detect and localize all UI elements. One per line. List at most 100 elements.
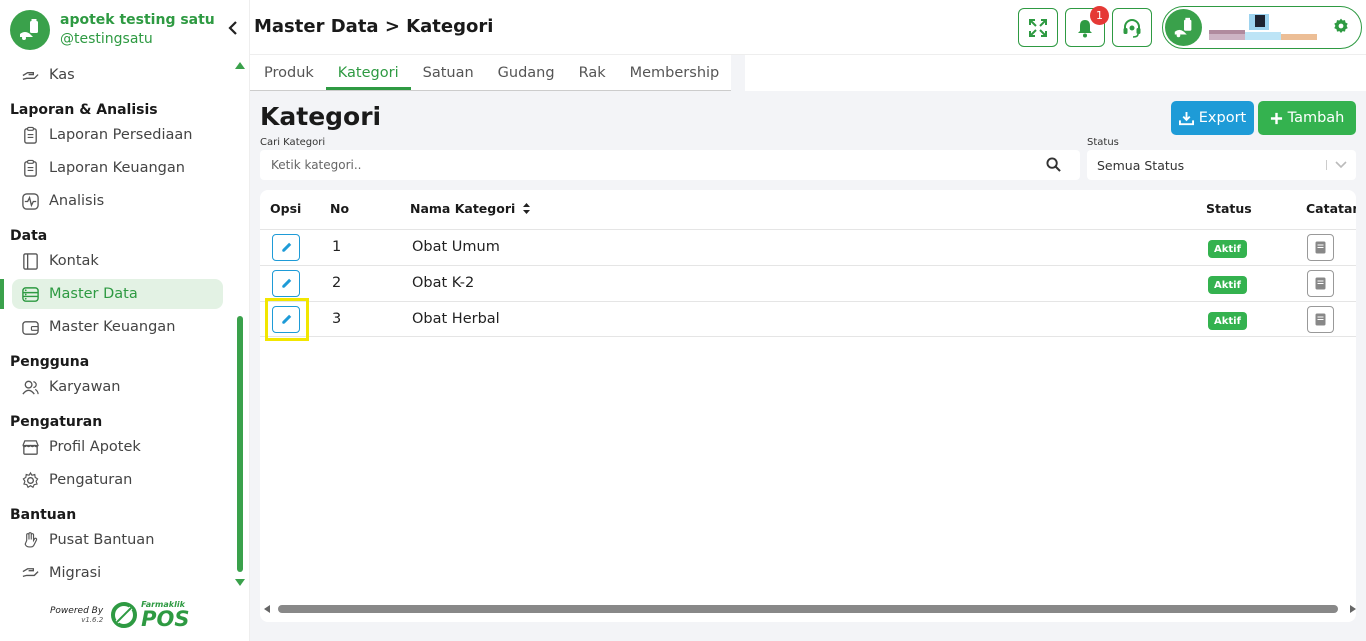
sidebar-item-label: Karyawan xyxy=(49,379,121,395)
column-header-note: Catatan xyxy=(1306,201,1356,216)
status-select[interactable]: Semua Status xyxy=(1087,150,1356,180)
tab-bar: Produk Kategori Satuan Gudang Rak Member… xyxy=(250,55,732,91)
avatar xyxy=(1165,9,1202,46)
powered-by-label: Powered By xyxy=(50,606,104,616)
pencil-icon xyxy=(281,242,291,253)
fullscreen-button[interactable] xyxy=(1018,8,1058,47)
chevron-down-icon xyxy=(1335,161,1347,169)
row-no: 3 xyxy=(332,311,342,327)
note-button[interactable] xyxy=(1307,306,1334,333)
note-icon xyxy=(1315,277,1326,290)
sidebar-item-kas[interactable]: Kas xyxy=(12,60,223,90)
sidebar-item-analisis[interactable]: Analisis xyxy=(12,186,223,216)
category-table: Opsi No Nama Kategori Status Catatan 1 O… xyxy=(260,190,1356,622)
farmaklik-logo-icon xyxy=(111,602,138,628)
row-category-name: Obat K-2 xyxy=(412,275,475,291)
add-label: Tambah xyxy=(1287,110,1345,126)
sidebar-item-karyawan[interactable]: Karyawan xyxy=(12,372,223,402)
table-row: 1 Obat Umum Aktif xyxy=(260,229,1356,265)
note-button[interactable] xyxy=(1307,270,1334,297)
sidebar-scrollbar[interactable] xyxy=(235,62,245,586)
sidebar-item-label: Pengaturan xyxy=(49,472,133,488)
tab-membership[interactable]: Membership xyxy=(618,55,732,90)
sidebar-item-label: Master Data xyxy=(49,286,138,302)
edit-button-highlight xyxy=(265,298,309,341)
sidebar-scroll-thumb[interactable] xyxy=(237,316,243,572)
sidebar-item-label: Pusat Bantuan xyxy=(49,532,155,548)
sidebar-item-label: Migrasi xyxy=(49,565,102,581)
scroll-left-arrow-icon[interactable] xyxy=(264,605,270,613)
sidebar-item-profil-apotek[interactable]: Profil Apotek xyxy=(12,432,223,462)
tab-produk[interactable]: Produk xyxy=(252,55,326,90)
search-icon[interactable] xyxy=(1046,157,1061,172)
users-icon xyxy=(22,380,39,395)
contact-book-icon xyxy=(23,252,38,270)
section-title-pengaturan: Pengaturan xyxy=(10,414,103,430)
search-input[interactable] xyxy=(260,150,1040,180)
note-button[interactable] xyxy=(1307,234,1334,261)
sidebar-item-master-data[interactable]: Master Data xyxy=(12,279,223,309)
column-header-name[interactable]: Nama Kategori xyxy=(410,201,531,216)
table-row: 2 Obat K-2 Aktif xyxy=(260,265,1356,301)
notification-button[interactable]: 1 xyxy=(1065,6,1109,47)
active-indicator xyxy=(0,279,4,309)
pos-label: POS xyxy=(141,606,190,631)
sidebar-item-master-keuangan[interactable]: Master Keuangan xyxy=(12,312,223,342)
export-button[interactable]: Export xyxy=(1171,101,1254,135)
tab-gudang[interactable]: Gudang xyxy=(486,55,567,90)
sidebar-item-pengaturan[interactable]: Pengaturan xyxy=(12,465,223,495)
content-title: Kategori xyxy=(260,102,382,131)
scroll-down-arrow-icon[interactable] xyxy=(235,579,245,586)
column-header-status: Status xyxy=(1206,201,1252,216)
edit-button[interactable] xyxy=(272,234,300,261)
sidebar-item-label: Master Keuangan xyxy=(49,319,176,335)
row-no: 1 xyxy=(332,239,342,255)
sidebar-item-label: Analisis xyxy=(49,193,105,209)
sort-icon[interactable] xyxy=(522,202,531,215)
activity-icon xyxy=(22,192,39,210)
tabs-background xyxy=(745,55,1366,91)
notification-badge: 1 xyxy=(1090,6,1109,25)
sidebar-item-laporan-keuangan[interactable]: Laporan Keuangan xyxy=(12,153,223,183)
pencil-icon xyxy=(281,278,291,289)
tab-kategori[interactable]: Kategori xyxy=(325,55,411,90)
sidebar-menu: Kas Laporan & Analisis Laporan Persediaa… xyxy=(0,58,232,590)
sidebar: apotek testing satu @testingsatu Kas Lap… xyxy=(0,0,250,641)
gear-icon[interactable] xyxy=(1333,18,1349,34)
sidebar-item-laporan-persediaan[interactable]: Laporan Persediaan xyxy=(12,120,223,150)
sidebar-item-label: Kas xyxy=(49,67,75,83)
scroll-right-arrow-icon[interactable] xyxy=(1350,605,1356,613)
horizontal-scroll-thumb[interactable] xyxy=(278,605,1338,613)
section-title-laporan: Laporan & Analisis xyxy=(10,102,158,118)
scroll-up-arrow-icon[interactable] xyxy=(235,62,245,69)
column-header-no: No xyxy=(330,201,350,216)
sidebar-item-kontak[interactable]: Kontak xyxy=(12,246,223,276)
pharmacy-logo-icon xyxy=(10,10,50,50)
sidebar-item-migrasi[interactable]: Migrasi xyxy=(12,558,223,588)
add-category-button[interactable]: Tambah xyxy=(1258,101,1356,135)
clipboard-icon xyxy=(24,159,37,177)
table-horizontal-scrollbar[interactable] xyxy=(264,603,1356,615)
download-icon xyxy=(1178,111,1194,125)
app-version: v1.6.2 xyxy=(81,616,104,624)
plus-icon xyxy=(1270,112,1282,124)
status-label: Status xyxy=(1087,137,1119,148)
select-divider xyxy=(1326,160,1327,170)
tab-rak[interactable]: Rak xyxy=(567,55,618,90)
gear-icon xyxy=(22,471,39,488)
column-header-name-label: Nama Kategori xyxy=(410,201,516,216)
sidebar-item-label: Profil Apotek xyxy=(49,439,141,455)
store-icon xyxy=(22,439,39,455)
section-title-data: Data xyxy=(10,228,48,244)
status-badge: Aktif xyxy=(1208,276,1247,294)
tab-satuan[interactable]: Satuan xyxy=(411,55,486,90)
sidebar-item-pusat-bantuan[interactable]: Pusat Bantuan xyxy=(12,525,223,555)
row-category-name: Obat Herbal xyxy=(412,311,500,327)
user-profile-menu[interactable] xyxy=(1162,6,1362,49)
support-button[interactable] xyxy=(1112,8,1152,47)
pharmacy-logo-icon xyxy=(1174,17,1191,37)
pharmacy-handle: @testingsatu xyxy=(60,31,153,47)
edit-button[interactable] xyxy=(272,270,300,297)
collapse-sidebar-button[interactable] xyxy=(228,20,238,39)
farmaklik-logo: Farmaklik POS xyxy=(109,600,190,631)
